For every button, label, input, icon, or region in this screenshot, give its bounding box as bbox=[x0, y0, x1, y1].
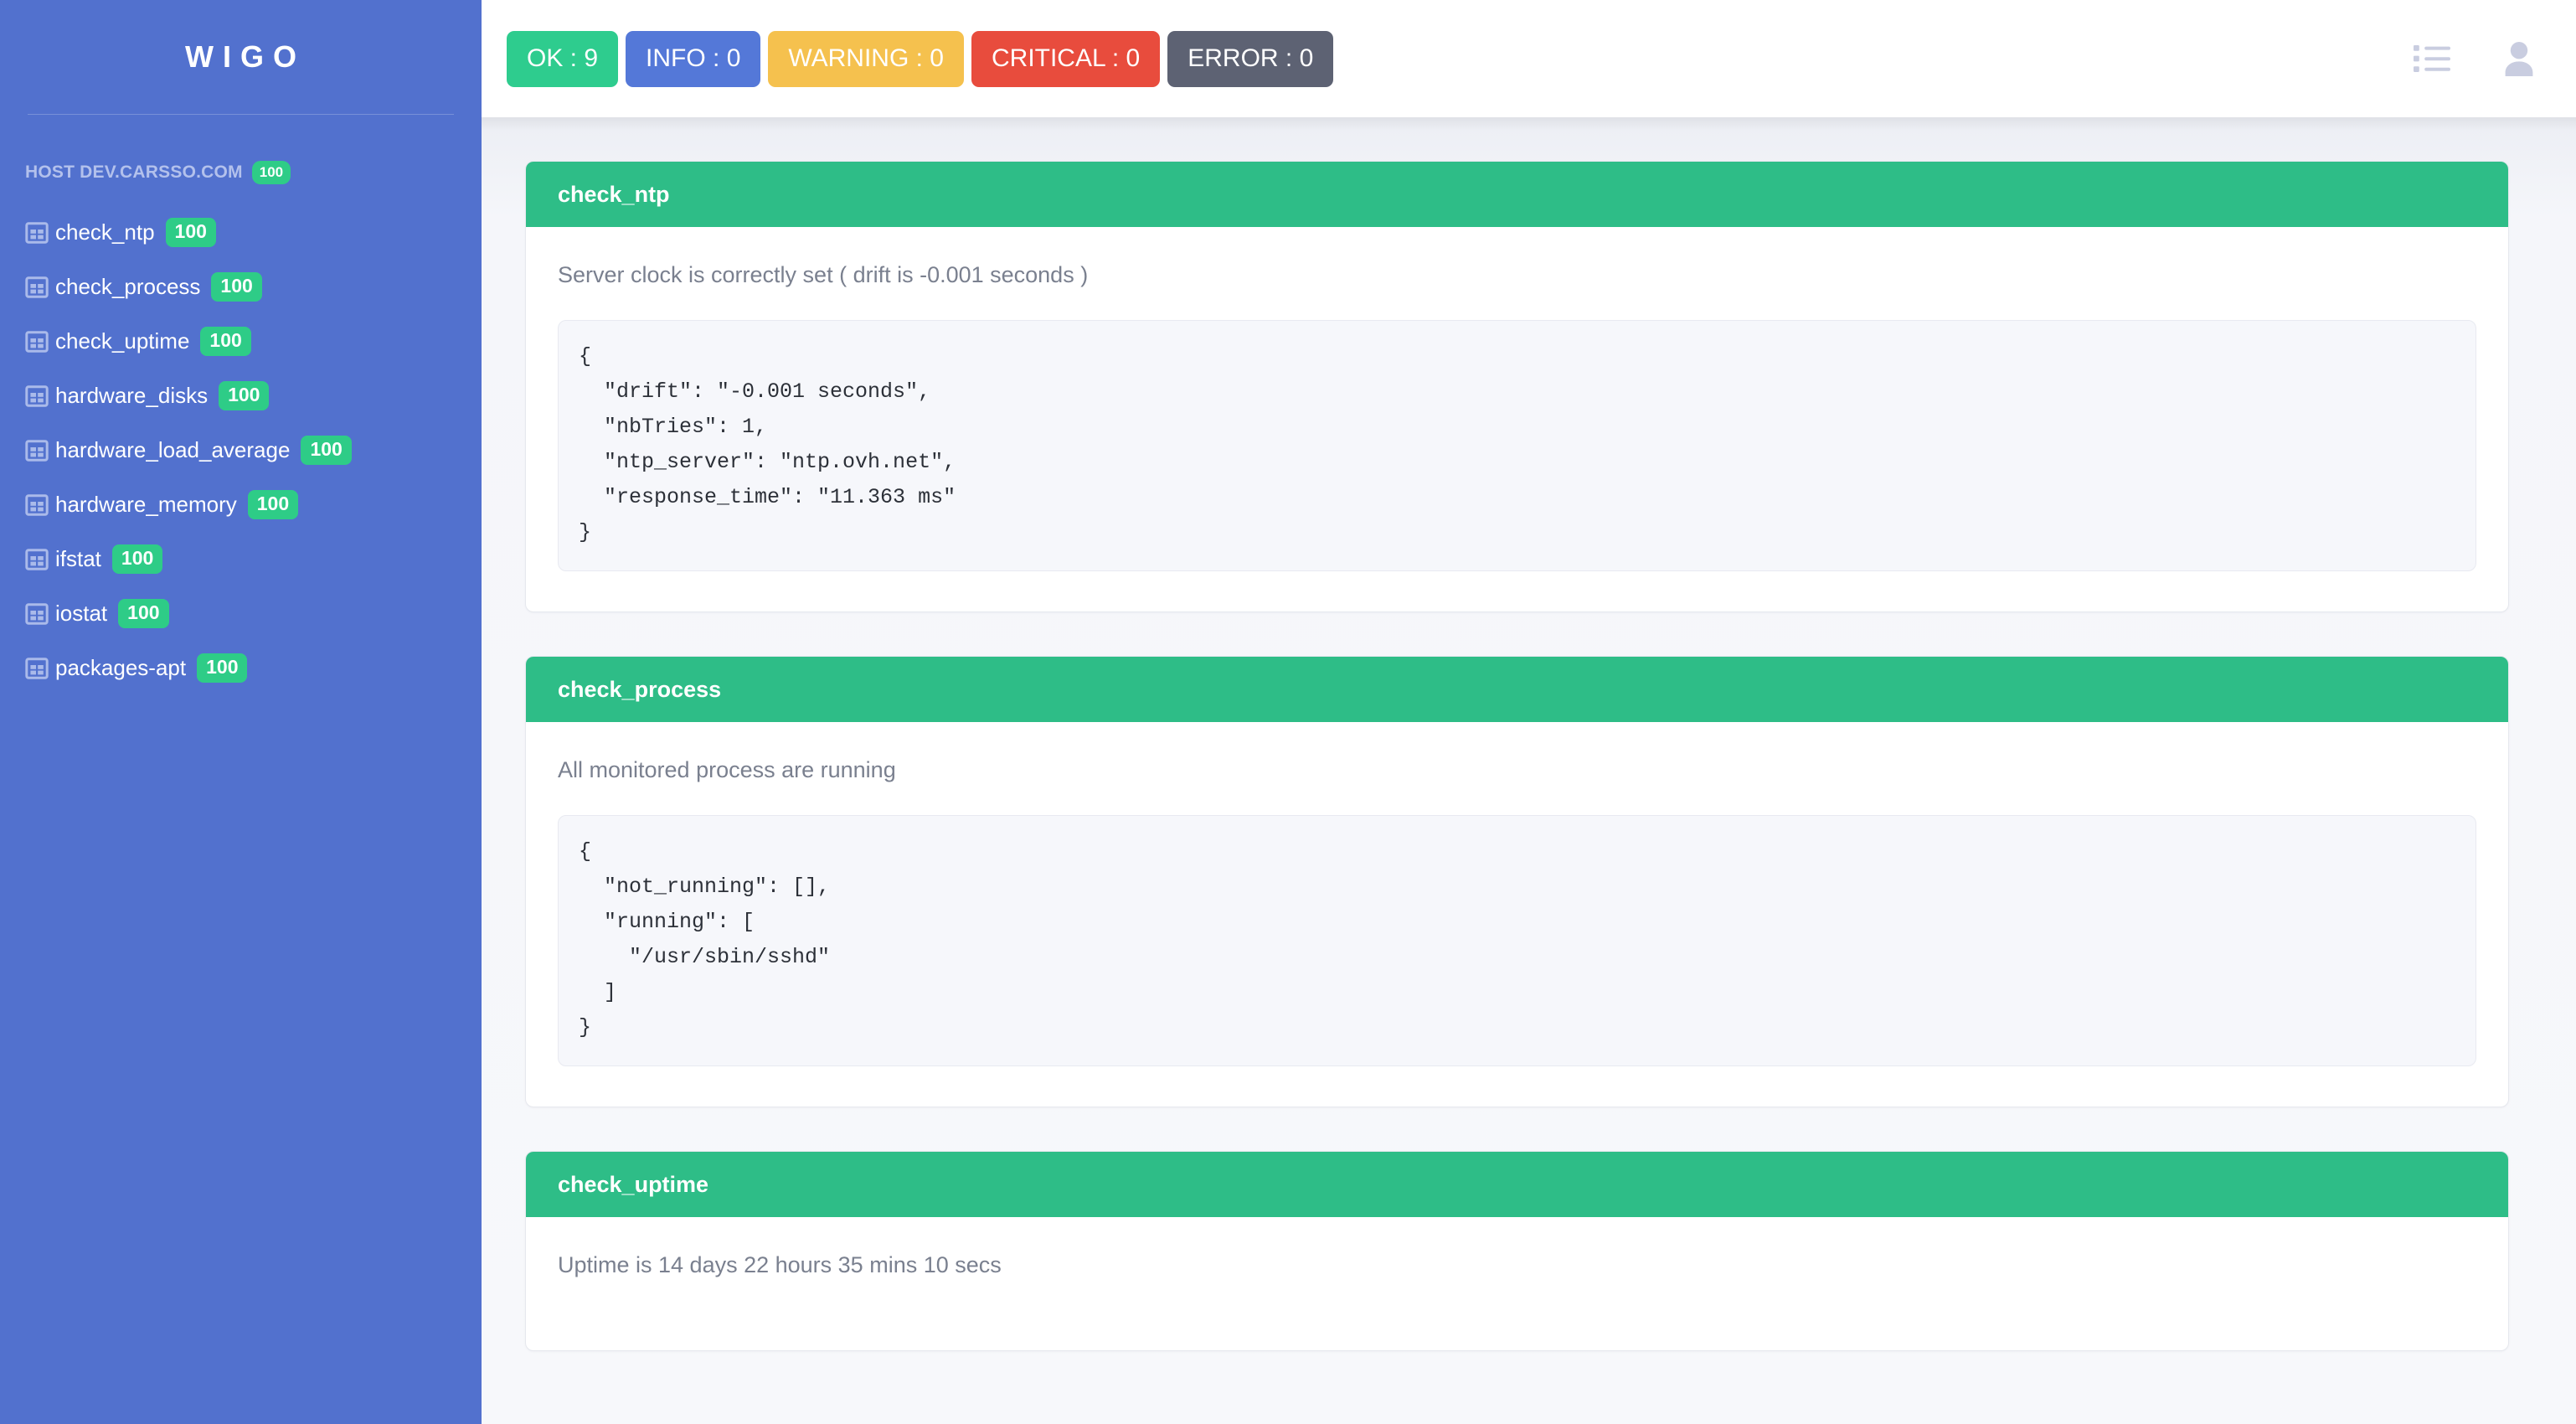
check-card: check_ntp Server clock is correctly set (… bbox=[525, 161, 2509, 613]
status-button-critical[interactable]: CRITICAL : 0 bbox=[971, 30, 1161, 87]
sidebar-host-score-badge: 100 bbox=[251, 161, 291, 184]
status-button-group: OK : 9 INFO : 0 WARNING : 0 CRITICAL : 0 ERR… bbox=[507, 30, 1334, 87]
card-header: check_uptime bbox=[526, 1152, 2508, 1218]
sidebar-item-score-badge: 100 bbox=[197, 653, 248, 683]
sidebar-item-label: packages-apt bbox=[55, 655, 187, 680]
card-title: check_ntp bbox=[558, 181, 670, 207]
check-card: check_uptime Uptime is 14 days 22 hours 3… bbox=[525, 1151, 2509, 1352]
brand-logo[interactable]: WIGO bbox=[0, 0, 482, 114]
sidebar-item-label: check_ntp bbox=[55, 219, 155, 245]
sidebar-item-hardware_disks[interactable]: hardware_disks 100 bbox=[0, 369, 482, 423]
sidebar-item-label: check_process bbox=[55, 274, 201, 299]
card-header: check_process bbox=[526, 657, 2508, 723]
sidebar-item-score-badge: 100 bbox=[200, 327, 251, 356]
status-button-warning[interactable]: WARNING : 0 bbox=[768, 30, 964, 87]
card-message: Server clock is correctly set ( drift is… bbox=[558, 262, 1089, 287]
topbar: OK : 9 INFO : 0 WARNING : 0 CRITICAL : 0 ERR… bbox=[482, 0, 2576, 117]
status-button-ok[interactable]: OK : 9 bbox=[507, 30, 619, 87]
sidebar-item-score-badge: 100 bbox=[247, 490, 299, 519]
sidebar-item-label: hardware_disks bbox=[55, 383, 209, 408]
list-icon[interactable] bbox=[2412, 39, 2452, 79]
table-icon bbox=[25, 548, 55, 571]
sidebar-item-score-badge: 100 bbox=[219, 381, 270, 410]
table-icon bbox=[25, 602, 55, 626]
main-area: OK : 9 INFO : 0 WARNING : 0 CRITICAL : 0 ERR… bbox=[482, 0, 2576, 1424]
sidebar-item-label: hardware_memory bbox=[55, 492, 237, 517]
table-icon bbox=[25, 276, 55, 299]
sidebar-item-score-badge: 100 bbox=[111, 544, 163, 574]
sidebar-item-score-badge: 100 bbox=[211, 272, 262, 302]
sidebar-nav-list: check_ntp 100 check_process 100 check_uptime… bbox=[0, 205, 482, 695]
card-body: Uptime is 14 days 22 hours 35 mins 10 se… bbox=[526, 1217, 2508, 1350]
user-icon[interactable] bbox=[2499, 39, 2539, 79]
status-button-error[interactable]: ERROR : 0 bbox=[1167, 30, 1334, 87]
table-icon bbox=[25, 221, 55, 245]
sidebar-item-ifstat[interactable]: ifstat 100 bbox=[0, 532, 482, 586]
app-root: WIGO HOST DEV.CARSSO.COM 100 check_ntp 10… bbox=[0, 0, 2576, 1424]
table-icon bbox=[25, 657, 55, 680]
card-message: Uptime is 14 days 22 hours 35 mins 10 se… bbox=[558, 1252, 1002, 1278]
sidebar-item-label: iostat bbox=[55, 601, 108, 626]
sidebar-host-label: HOST DEV.CARSSO.COM bbox=[25, 163, 243, 182]
topbar-icon-group bbox=[2412, 39, 2539, 79]
card-header: check_ntp bbox=[526, 162, 2508, 227]
sidebar-item-hardware_load_average[interactable]: hardware_load_average 100 bbox=[0, 423, 482, 477]
card-details-code: { "not_running": [], "running": [ "/usr/… bbox=[558, 815, 2476, 1067]
sidebar-item-hardware_memory[interactable]: hardware_memory 100 bbox=[0, 477, 482, 532]
sidebar-item-score-badge: 100 bbox=[165, 218, 216, 247]
sidebar-item-check_process[interactable]: check_process 100 bbox=[0, 260, 482, 314]
content-area: check_ntp Server clock is correctly set (… bbox=[482, 117, 2576, 1424]
status-button-info[interactable]: INFO : 0 bbox=[626, 30, 761, 87]
card-body: Server clock is correctly set ( drift is… bbox=[526, 227, 2508, 611]
card-body: All monitored process are running { "not_… bbox=[526, 722, 2508, 1107]
brand-text: WIGO bbox=[185, 39, 306, 74]
sidebar-item-check_ntp[interactable]: check_ntp 100 bbox=[0, 205, 482, 260]
sidebar-item-label: ifstat bbox=[55, 546, 101, 571]
sidebar-host-header: HOST DEV.CARSSO.COM 100 bbox=[0, 161, 482, 184]
table-icon bbox=[25, 384, 55, 408]
sidebar-item-packages-apt[interactable]: packages-apt 100 bbox=[0, 641, 482, 695]
card-message: All monitored process are running bbox=[558, 757, 896, 783]
table-icon bbox=[25, 493, 55, 517]
card-title: check_uptime bbox=[558, 1171, 709, 1197]
check-card: check_process All monitored process are r… bbox=[525, 656, 2509, 1108]
card-title: check_process bbox=[558, 676, 722, 702]
sidebar: WIGO HOST DEV.CARSSO.COM 100 check_ntp 10… bbox=[0, 0, 482, 1424]
table-icon bbox=[25, 330, 55, 353]
sidebar-item-check_uptime[interactable]: check_uptime 100 bbox=[0, 314, 482, 369]
sidebar-item-score-badge: 100 bbox=[301, 436, 352, 465]
table-icon bbox=[25, 439, 55, 462]
card-details-code: { "drift": "-0.001 seconds", "nbTries": … bbox=[558, 320, 2476, 572]
sidebar-divider bbox=[28, 114, 454, 115]
sidebar-item-label: check_uptime bbox=[55, 328, 190, 353]
sidebar-item-score-badge: 100 bbox=[118, 599, 169, 628]
sidebar-item-label: hardware_load_average bbox=[55, 437, 291, 462]
sidebar-item-iostat[interactable]: iostat 100 bbox=[0, 586, 482, 641]
